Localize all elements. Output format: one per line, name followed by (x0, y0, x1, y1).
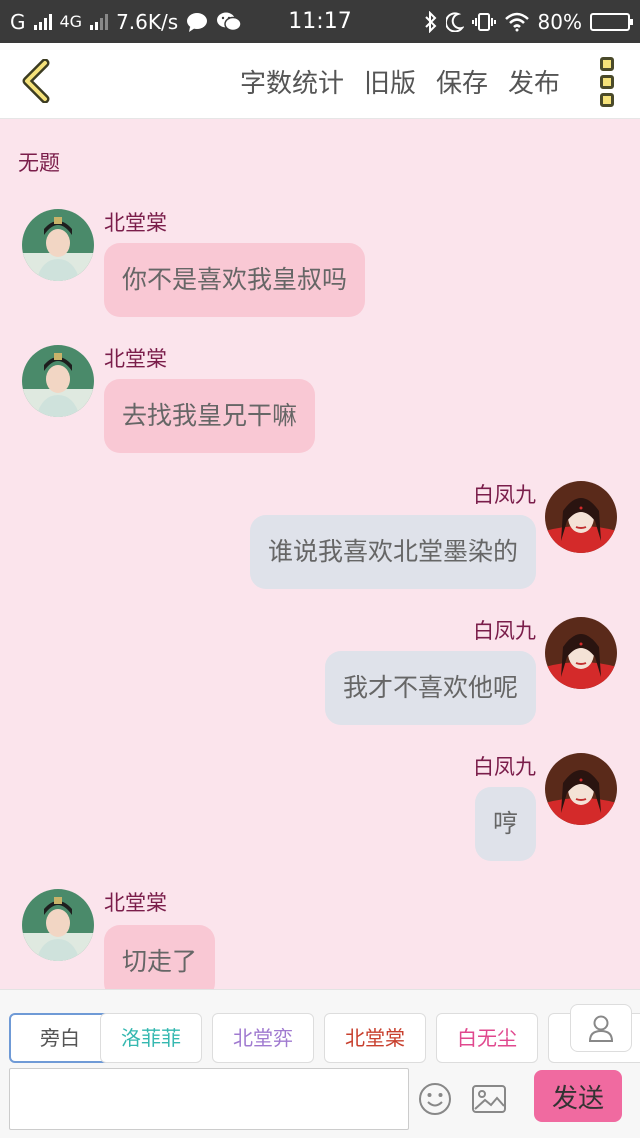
avatar[interactable] (545, 753, 617, 825)
chat-area[interactable]: 无题 北堂棠 你不是喜欢我皇叔吗 北堂棠 去找我皇兄干嘛 白凤九 谁说我喜欢北堂… (0, 119, 640, 989)
status-right: 80% (424, 9, 633, 34)
message-input[interactable] (9, 1068, 409, 1130)
signal-icon (33, 13, 52, 30)
save-button[interactable]: 保存 (436, 63, 488, 100)
character-selector: 旁白 洛菲菲 北堂弈 北堂棠 白无尘 (0, 990, 640, 1068)
avatar[interactable] (22, 209, 94, 281)
message-bubble[interactable]: 谁说我喜欢北堂墨染的 (249, 515, 536, 589)
word-count-button[interactable]: 字数统计 (240, 63, 344, 100)
message-bubble[interactable]: 去找我皇兄干嘛 (104, 379, 316, 453)
vibrate-icon (471, 12, 496, 31)
carrier-label: G (10, 9, 26, 34)
sender-name: 北堂棠 (104, 211, 167, 235)
message-bubble[interactable]: 我才不喜欢他呢 (324, 651, 536, 725)
bluetooth-icon (424, 10, 436, 33)
message-bubble[interactable]: 哼 (474, 787, 536, 861)
image-icon[interactable] (470, 1080, 508, 1118)
status-bar: G 4G 7.6K/s 11:17 80% (0, 0, 640, 43)
network-label: 4G (59, 12, 83, 31)
sender-name: 白凤九 (473, 755, 536, 779)
smile-icon[interactable] (416, 1080, 454, 1118)
back-button[interactable] (14, 57, 58, 105)
sender-name: 北堂棠 (104, 891, 167, 915)
wechat-icon (217, 12, 242, 31)
sender-name: 北堂棠 (104, 347, 167, 371)
sender-name: 白凤九 (473, 619, 536, 643)
signal-2-icon (90, 13, 109, 30)
avatar[interactable] (22, 345, 94, 417)
message-icon (187, 12, 208, 32)
sender-name: 白凤九 (473, 483, 536, 507)
avatar[interactable] (545, 617, 617, 689)
send-button[interactable]: 发送 (534, 1070, 622, 1122)
message-bubble[interactable]: 你不是喜欢我皇叔吗 (104, 243, 366, 317)
character-chip[interactable]: 洛菲菲 (100, 1013, 202, 1063)
publish-button[interactable]: 发布 (508, 63, 560, 100)
wifi-icon (504, 12, 529, 31)
chevron-left-icon (22, 59, 50, 103)
user-icon[interactable] (570, 1004, 632, 1052)
header-actions: 字数统计 旧版 保存 发布 (240, 43, 560, 119)
battery-percent: 80% (537, 9, 582, 34)
character-chip[interactable]: 旁白 (9, 1013, 111, 1063)
net-speed: 7.6K/s (116, 9, 179, 34)
avatar[interactable] (22, 889, 94, 961)
avatar[interactable] (545, 481, 617, 553)
character-chip[interactable]: 北堂棠 (324, 1013, 426, 1063)
old-version-button[interactable]: 旧版 (364, 63, 416, 100)
story-title[interactable]: 无题 (18, 147, 60, 177)
character-chip[interactable]: 北堂弈 (212, 1013, 314, 1063)
moon-icon (445, 11, 464, 32)
more-vertical-icon[interactable] (594, 57, 620, 107)
header: 字数统计 旧版 保存 发布 (0, 43, 640, 119)
message-bubble[interactable]: 切走了 (104, 925, 216, 989)
status-left: G 4G 7.6K/s (10, 10, 242, 34)
compose-panel: 旁白 洛菲菲 北堂弈 北堂棠 白无尘 发送 (0, 989, 640, 1138)
battery-icon (590, 12, 633, 31)
character-chip[interactable]: 白无尘 (436, 1013, 538, 1063)
